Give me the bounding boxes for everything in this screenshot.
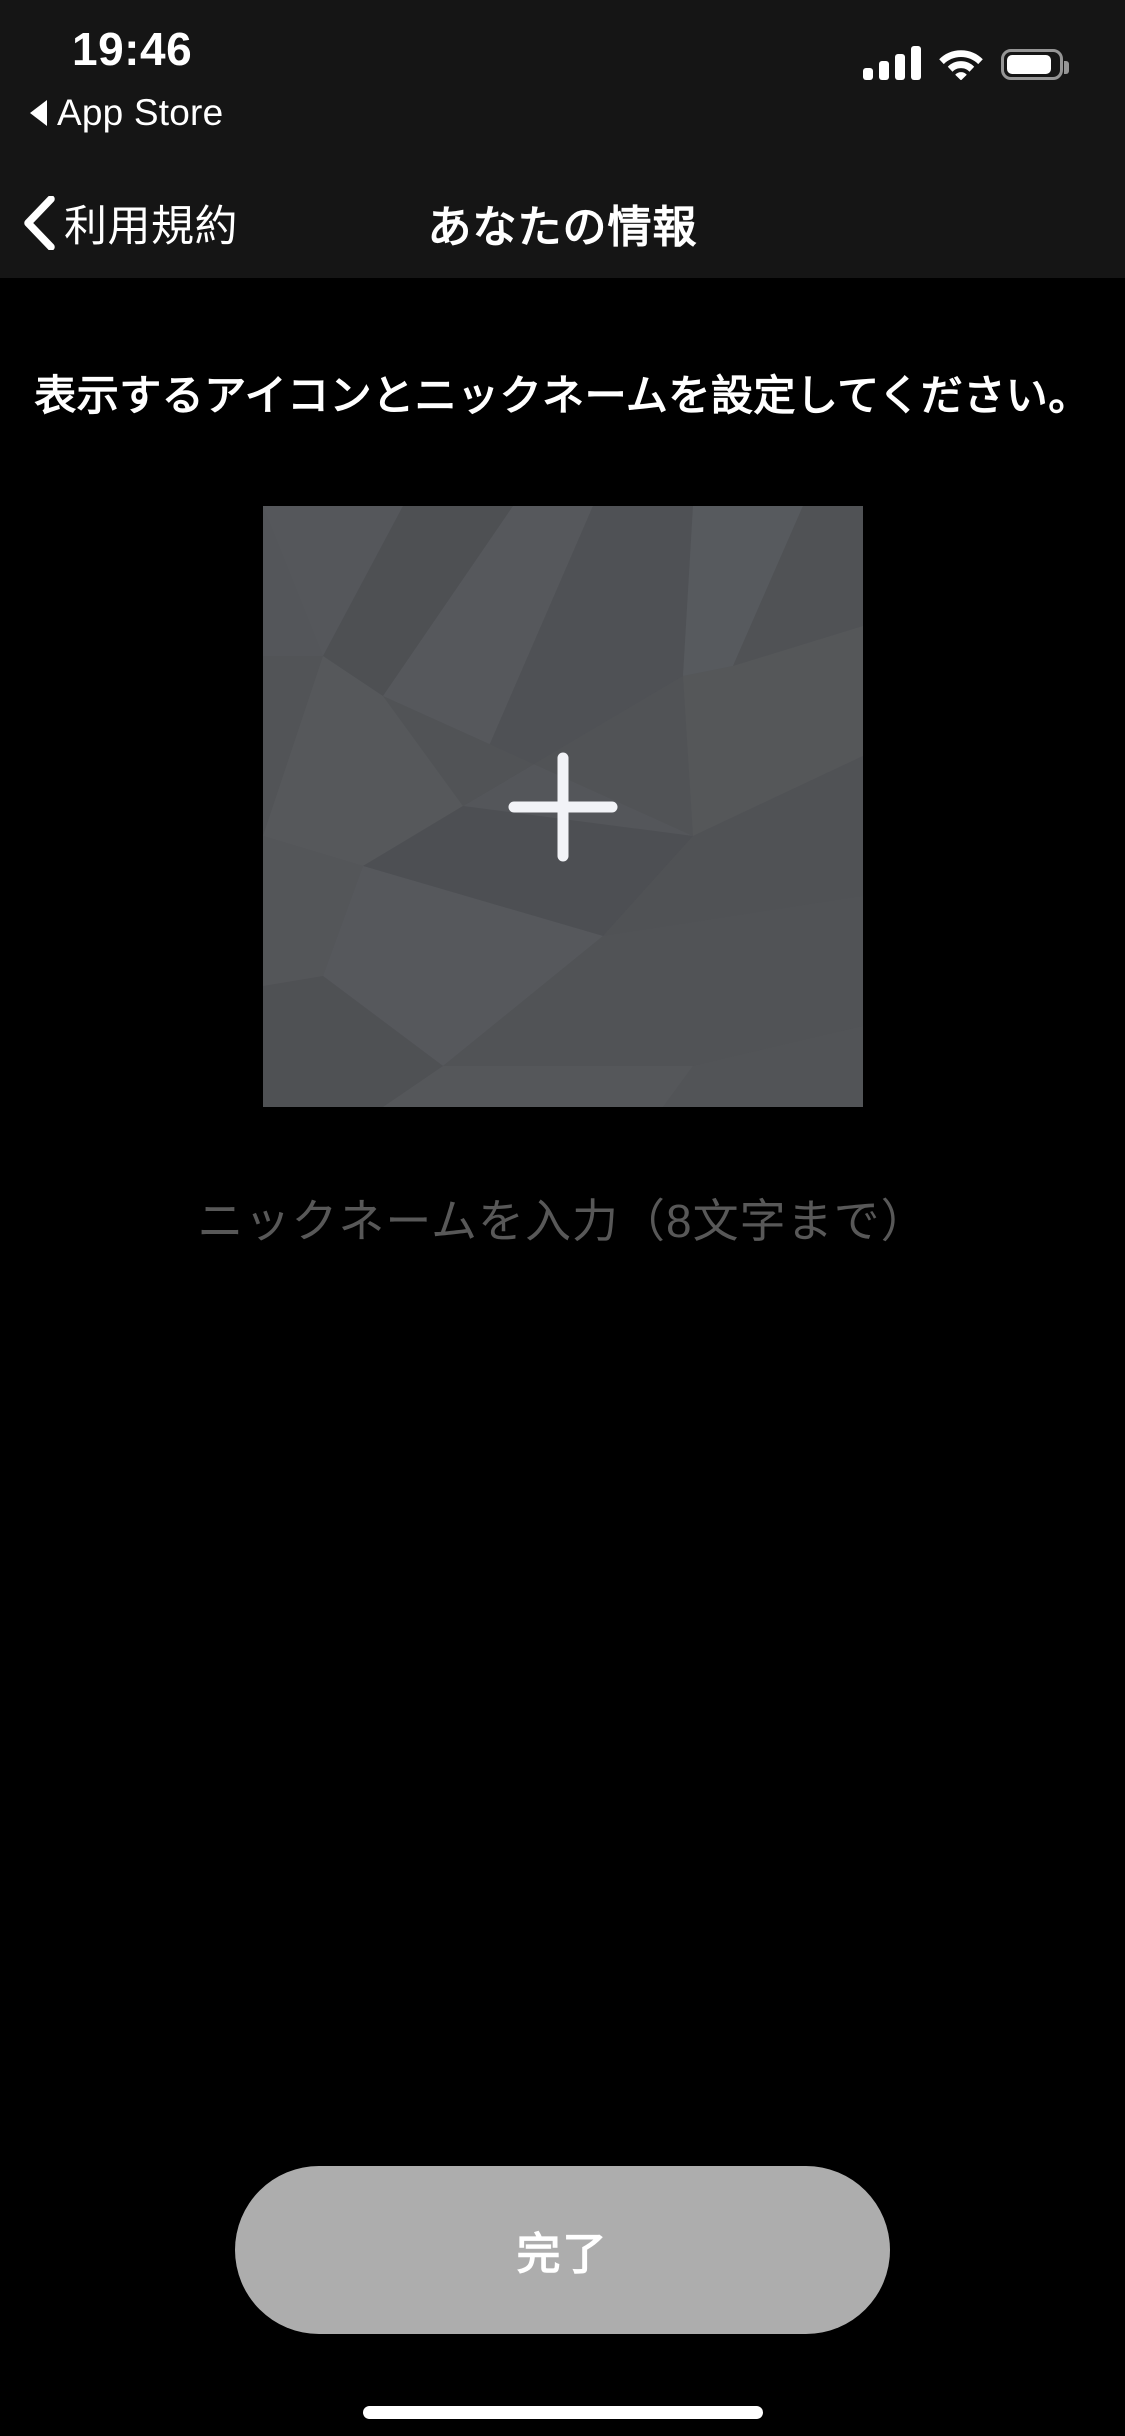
plus-icon bbox=[508, 752, 618, 861]
return-to-app-store-button[interactable]: App Store bbox=[30, 92, 223, 134]
triangle-left-icon bbox=[30, 100, 47, 126]
navigation-bar: 利用規約 あなたの情報 bbox=[0, 168, 1125, 278]
wifi-icon bbox=[939, 50, 983, 80]
return-app-label: App Store bbox=[57, 92, 224, 133]
nickname-input[interactable]: ニックネームを入力（8文字まで） bbox=[0, 1172, 1125, 1264]
done-button-label: 完了 bbox=[516, 2230, 609, 2279]
status-bar-clock: 19:46 bbox=[72, 23, 193, 75]
back-button-label: 利用規約 bbox=[64, 203, 238, 251]
done-button[interactable]: 完了 bbox=[235, 2166, 890, 2334]
nickname-input-placeholder: ニックネームを入力（8文字まで） bbox=[197, 1195, 928, 1247]
back-button[interactable]: 利用規約 bbox=[22, 168, 252, 278]
battery-icon bbox=[1001, 49, 1069, 80]
status-bar: 19:46 App Store bbox=[0, 0, 1125, 168]
instruction-headline: 表示するアイコンとニックネームを設定してください。 bbox=[34, 372, 1091, 419]
avatar-upload-placeholder[interactable] bbox=[263, 506, 863, 1107]
chevron-left-icon bbox=[24, 196, 55, 250]
status-bar-indicators bbox=[863, 34, 1069, 80]
home-indicator[interactable] bbox=[362, 2406, 763, 2419]
main-content: 表示するアイコンとニックネームを設定してください。 ニックネームを入力（8文字ま… bbox=[0, 278, 1125, 2436]
cellular-signal-icon bbox=[863, 46, 921, 80]
